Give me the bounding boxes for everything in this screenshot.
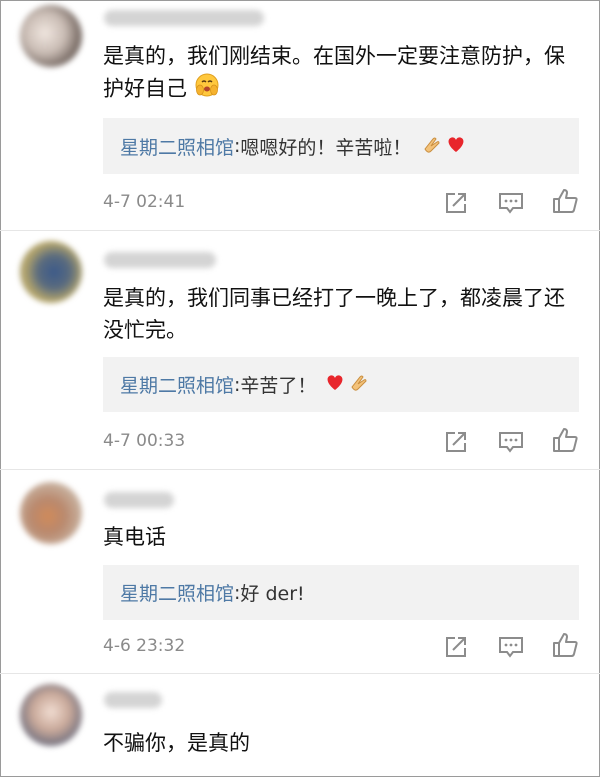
red-heart-icon (445, 133, 467, 160)
share-icon (446, 432, 466, 452)
reply-author[interactable]: 星期二照相馆 (120, 579, 234, 606)
like-button[interactable] (551, 631, 579, 659)
share-button[interactable] (442, 633, 470, 661)
comment-time: 4-7 00:33 (103, 431, 186, 451)
clapping-hands-icon (421, 133, 443, 160)
like-button[interactable] (551, 187, 579, 215)
comment-item: 不骗你，是真的 (0, 674, 600, 777)
clapping-hands-icon (348, 371, 370, 398)
username[interactable] (104, 692, 162, 708)
reply-text: 辛苦了！ (240, 375, 317, 397)
like-button[interactable] (551, 426, 579, 454)
comment-icon (499, 432, 523, 453)
comment-text-content: 是真的，我们刚结束。在国外一定要注意防护，保护好自己 (103, 44, 565, 101)
smiling-face-with-hands-icon (194, 72, 220, 107)
reply-box[interactable]: 星期二照相馆: 好 der! (103, 565, 579, 620)
comment-button[interactable] (497, 633, 525, 661)
comment-time: 4-6 23:32 (103, 636, 186, 656)
share-button[interactable] (442, 189, 470, 217)
avatar[interactable] (20, 684, 82, 746)
username[interactable] (104, 252, 216, 268)
reply-text: 好 der! (240, 583, 305, 605)
comment-text: 真电话 (103, 525, 166, 549)
reply-text: 嗯嗯好的！辛苦啦！ (240, 136, 412, 159)
comment-button[interactable] (497, 428, 525, 456)
reply-box[interactable]: 星期二照相馆: 辛苦了！ (103, 357, 579, 412)
comment-icon (499, 637, 523, 658)
like-icon (553, 428, 578, 452)
share-icon (446, 637, 466, 657)
reply-box[interactable]: 星期二照相馆: 嗯嗯好的！辛苦啦！ (103, 118, 579, 174)
comment-text: 是真的，我们同事已经打了一晚上了，都凌晨了还没忙完。 (103, 286, 565, 342)
username[interactable] (104, 10, 264, 26)
username[interactable] (104, 492, 174, 508)
like-icon (553, 189, 578, 213)
red-heart-icon (324, 371, 346, 398)
comment-icon (499, 193, 523, 214)
avatar[interactable] (20, 241, 82, 303)
comment-text: 不骗你，是真的 (103, 731, 250, 755)
avatar[interactable] (20, 482, 82, 544)
like-icon (553, 633, 578, 657)
reply-author[interactable]: 星期二照相馆 (120, 371, 234, 398)
share-icon (446, 193, 466, 213)
comment-time: 4-7 02:41 (103, 192, 186, 212)
comment-text: 是真的，我们刚结束。在国外一定要注意防护，保护好自己 (103, 40, 583, 107)
share-button[interactable] (442, 428, 470, 456)
reply-author[interactable]: 星期二照相馆 (120, 133, 234, 160)
comment-button[interactable] (497, 189, 525, 217)
avatar[interactable] (20, 5, 82, 67)
